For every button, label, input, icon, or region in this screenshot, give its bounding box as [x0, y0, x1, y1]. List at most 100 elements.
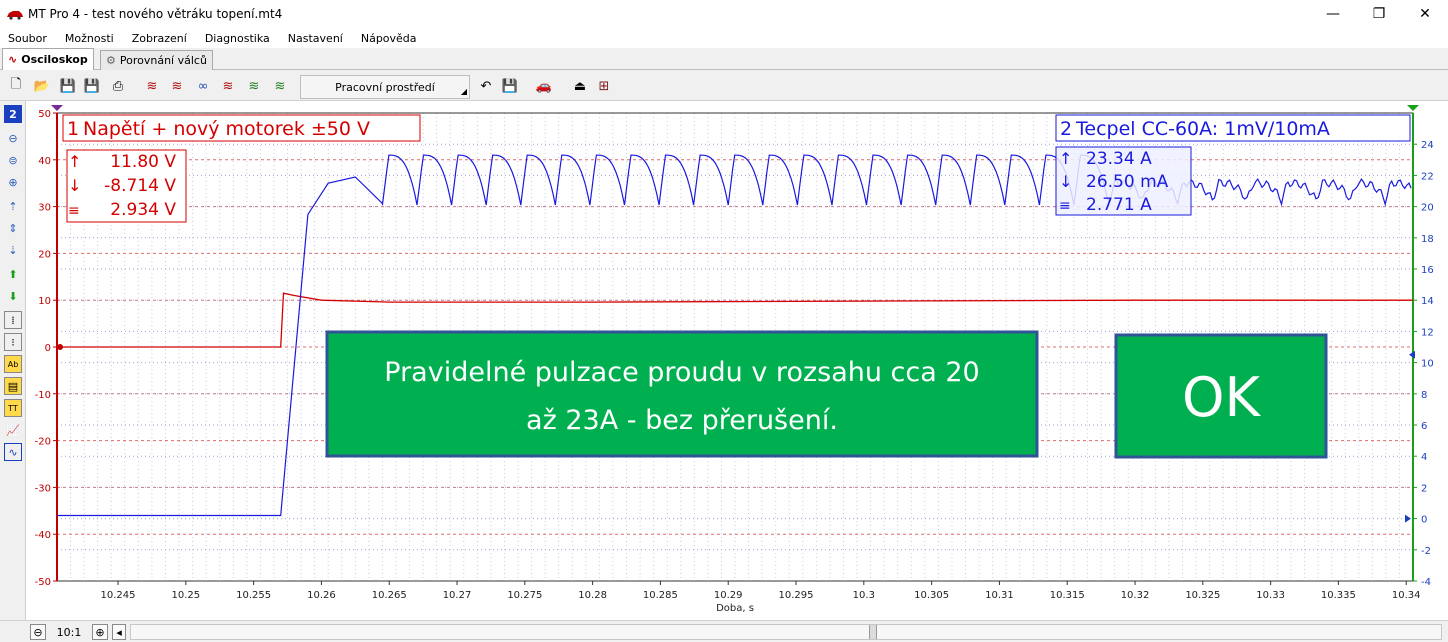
menu-napoveda[interactable]: Nápověda — [361, 32, 417, 45]
min-arrow-icon: ↓ — [1059, 172, 1072, 191]
open-folder-icon[interactable]: 📂 — [32, 76, 52, 96]
y-right-tick-label: -4 — [1421, 577, 1431, 588]
ch1-avg-value: 2.934 V — [110, 200, 176, 220]
avg-icon: ≡ — [1059, 198, 1071, 214]
car-tool-icon[interactable]: 🚗 — [534, 76, 554, 96]
new-file-icon[interactable]: 🗋 — [6, 76, 26, 96]
signal-icon-3[interactable]: ∞ — [193, 76, 213, 96]
tab-osciloskop[interactable]: ∿ Osciloskop — [2, 48, 94, 70]
graph-tool-2-icon[interactable]: ∿ — [4, 443, 22, 461]
wave-icon: ∿ — [8, 53, 18, 66]
signal-icon-2[interactable]: ≋ — [167, 76, 187, 96]
ch2-label: Tecpel CC-60A: 1mV/10mA — [1075, 118, 1330, 140]
y-left-tick-label: -20 — [35, 437, 51, 448]
shift-up-icon[interactable]: ⇡ — [4, 197, 22, 215]
y-left-tick-label: -40 — [35, 530, 51, 541]
y-right-tick-label: 2 — [1421, 483, 1427, 494]
workspace-dropdown[interactable]: Pracovní prostředí ◢ — [300, 75, 470, 99]
ok-text: OK — [1182, 366, 1262, 429]
channel-badge[interactable]: 2 — [4, 105, 22, 123]
x-tick-label: 10.29 — [714, 590, 743, 601]
zoom-out-icon[interactable]: ⊖ — [4, 129, 22, 147]
ch1-min-value: -8.714 V — [104, 176, 176, 196]
max-arrow-icon: ↑ — [1059, 149, 1072, 168]
y-right-tick-label: 14 — [1421, 296, 1434, 307]
close-button[interactable]: ✕ — [1402, 0, 1448, 28]
x-tick-label: 10.315 — [1050, 590, 1085, 601]
signal-icon-4[interactable]: ≋ — [218, 76, 238, 96]
menu-soubor[interactable]: Soubor — [8, 32, 47, 45]
time-zoom-out-button[interactable]: ⊖ — [30, 624, 46, 640]
cylinder-icon: ⚙ — [106, 54, 116, 67]
ch1-number: 1 — [67, 118, 79, 140]
undo-icon[interactable]: ↶ — [476, 76, 496, 96]
tab-strip: ∿ Osciloskop ⚙ Porovnání válců — [0, 48, 1448, 70]
measure-icon[interactable]: ⏏ — [570, 76, 590, 96]
y-right-tick-label: 16 — [1421, 265, 1434, 276]
label-tool-icon[interactable]: TT — [4, 399, 22, 417]
zoom-reset-icon[interactable]: ⊜ — [4, 151, 22, 169]
current-zero-marker — [1405, 514, 1411, 523]
workspace-label: Pracovní prostředí — [335, 80, 435, 94]
side-toolbar: 2 ⊖ ⊜ ⊕ ⇡ ⇕ ⇣ ⬆ ⬇ ⁞ ⁝ Ab ▤ TT 📈 ∿ — [0, 101, 26, 621]
ch2-max-value: 23.34 A — [1086, 149, 1152, 169]
x-tick-label: 10.34 — [1392, 590, 1421, 601]
save-icon[interactable]: 💾 — [58, 76, 78, 96]
y-left-tick-label: 40 — [38, 156, 51, 167]
cursor-tool-icon[interactable]: ⁞ — [4, 311, 22, 329]
value-tool-icon[interactable]: ▤ — [4, 377, 22, 395]
menu-nastaveni[interactable]: Nastavení — [288, 32, 343, 45]
grid-icon[interactable]: ⊞ — [594, 76, 614, 96]
center-icon[interactable]: ⇕ — [4, 219, 22, 237]
x-tick-label: 10.28 — [578, 590, 607, 601]
y-right-tick-label: 8 — [1421, 390, 1427, 401]
signal-icon-5[interactable]: ≋ — [244, 76, 264, 96]
y-left-tick-label: 10 — [38, 296, 51, 307]
y-right-tick-label: 18 — [1421, 234, 1434, 245]
y-right-tick-label: 4 — [1421, 452, 1427, 463]
graph-tool-icon[interactable]: 📈 — [4, 421, 22, 439]
note-box — [325, 330, 1039, 458]
menu-bar: Soubor Možnosti Zobrazení Diagnostika Na… — [0, 28, 1448, 48]
min-arrow-icon: ↓ — [68, 176, 81, 195]
zoom-in-icon[interactable]: ⊕ — [4, 173, 22, 191]
signal-icon-1[interactable]: ≋ — [142, 76, 162, 96]
tab-porovnani-valcu[interactable]: ⚙ Porovnání válců — [100, 50, 213, 70]
y-right-tick-label: -2 — [1421, 546, 1431, 557]
x-tick-label: 10.33 — [1256, 590, 1285, 601]
print-icon[interactable]: ⎙ — [108, 76, 128, 96]
dropdown-arrow-icon: ◢ — [460, 87, 467, 96]
maximize-button[interactable]: ❐ — [1356, 0, 1402, 28]
menu-zobrazeni[interactable]: Zobrazení — [132, 32, 187, 45]
arrow-down-icon[interactable]: ⬇ — [4, 287, 22, 305]
cursor-tool-2-icon[interactable]: ⁝ — [4, 333, 22, 351]
time-zoom-level: 10:1 — [56, 625, 82, 639]
tab-label: Osciloskop — [21, 53, 88, 66]
minimize-button[interactable]: — — [1310, 0, 1356, 28]
oscilloscope-chart: 50403020100-10-20-30-40-5024222018161412… — [35, 105, 1434, 614]
menu-diagnostika[interactable]: Diagnostika — [205, 32, 270, 45]
title-bar: MT Pro 4 - test nového větráku topení.mt… — [0, 0, 1448, 28]
cursor-marker-right — [1407, 105, 1419, 111]
text-tool-icon[interactable]: Ab — [4, 355, 22, 373]
x-tick-label: 10.27 — [443, 590, 472, 601]
scroll-thumb[interactable] — [869, 625, 877, 639]
arrow-up-icon[interactable]: ⬆ — [4, 265, 22, 283]
x-tick-label: 10.3 — [853, 590, 875, 601]
time-scrollbar[interactable] — [130, 624, 1442, 640]
signal-icon-6[interactable]: ≋ — [270, 76, 290, 96]
oscilloscope-plot[interactable]: 50 40 30 20 10 0 -10 -20 -30 -40 -50 24 22 20 18 16 14 12… — [26, 101, 1448, 620]
time-zoom-in-button[interactable]: ⊕ — [92, 624, 108, 640]
ch2-avg-value: 2.771 A — [1086, 195, 1152, 215]
scroll-left-button[interactable]: ◂ — [112, 624, 126, 640]
tab-label: Porovnání válců — [119, 54, 207, 67]
shift-down-icon[interactable]: ⇣ — [4, 241, 22, 259]
note-text-line-2: až 23A - bez přerušení. — [526, 405, 838, 436]
x-tick-label: 10.32 — [1121, 590, 1150, 601]
save-as-icon[interactable]: 💾 — [82, 76, 102, 96]
save-workspace-icon[interactable]: 💾 — [500, 76, 520, 96]
y-right-tick-label: 22 — [1421, 171, 1434, 182]
x-tick-label: 10.305 — [914, 590, 949, 601]
x-tick-label: 10.265 — [372, 590, 407, 601]
menu-moznosti[interactable]: Možnosti — [65, 32, 114, 45]
